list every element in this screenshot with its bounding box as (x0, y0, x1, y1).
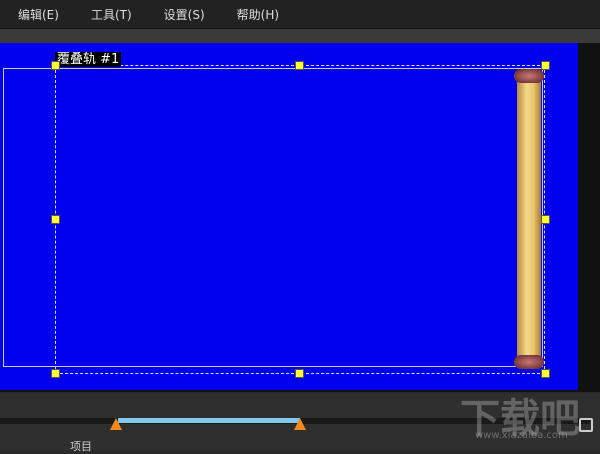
trim-range[interactable] (118, 418, 300, 423)
resize-handle-l[interactable] (51, 215, 60, 224)
copy-icon[interactable] (579, 418, 593, 432)
project-label: 项目 (70, 440, 92, 453)
trim-end-marker[interactable] (294, 418, 306, 430)
menu-settings[interactable]: 设置(S) (164, 6, 205, 23)
overlay-selection-box[interactable] (55, 65, 545, 374)
resize-handle-t[interactable] (295, 61, 304, 70)
menu-help[interactable]: 帮助(H) (237, 6, 279, 23)
overlay-track-label: 覆叠轨 #1 (55, 52, 122, 67)
preview-canvas[interactable]: 覆叠轨 #1 (0, 43, 578, 392)
resize-handle-bl[interactable] (51, 369, 60, 378)
resize-handle-br[interactable] (541, 369, 550, 378)
watermark-url: www.xiazaiba.com (475, 430, 568, 441)
resize-handle-tr[interactable] (541, 61, 550, 70)
trim-start-marker[interactable] (110, 418, 122, 430)
menu-edit[interactable]: 编辑(E) (18, 6, 59, 23)
right-panel-edge (578, 43, 600, 392)
resize-handle-r[interactable] (541, 215, 550, 224)
menu-tools[interactable]: 工具(T) (91, 6, 132, 23)
toolbar-separator (0, 28, 600, 43)
resize-handle-tl[interactable] (51, 61, 60, 70)
menu-bar: 编辑(E) 工具(T) 设置(S) 帮助(H) (0, 0, 600, 28)
resize-handle-b[interactable] (295, 369, 304, 378)
